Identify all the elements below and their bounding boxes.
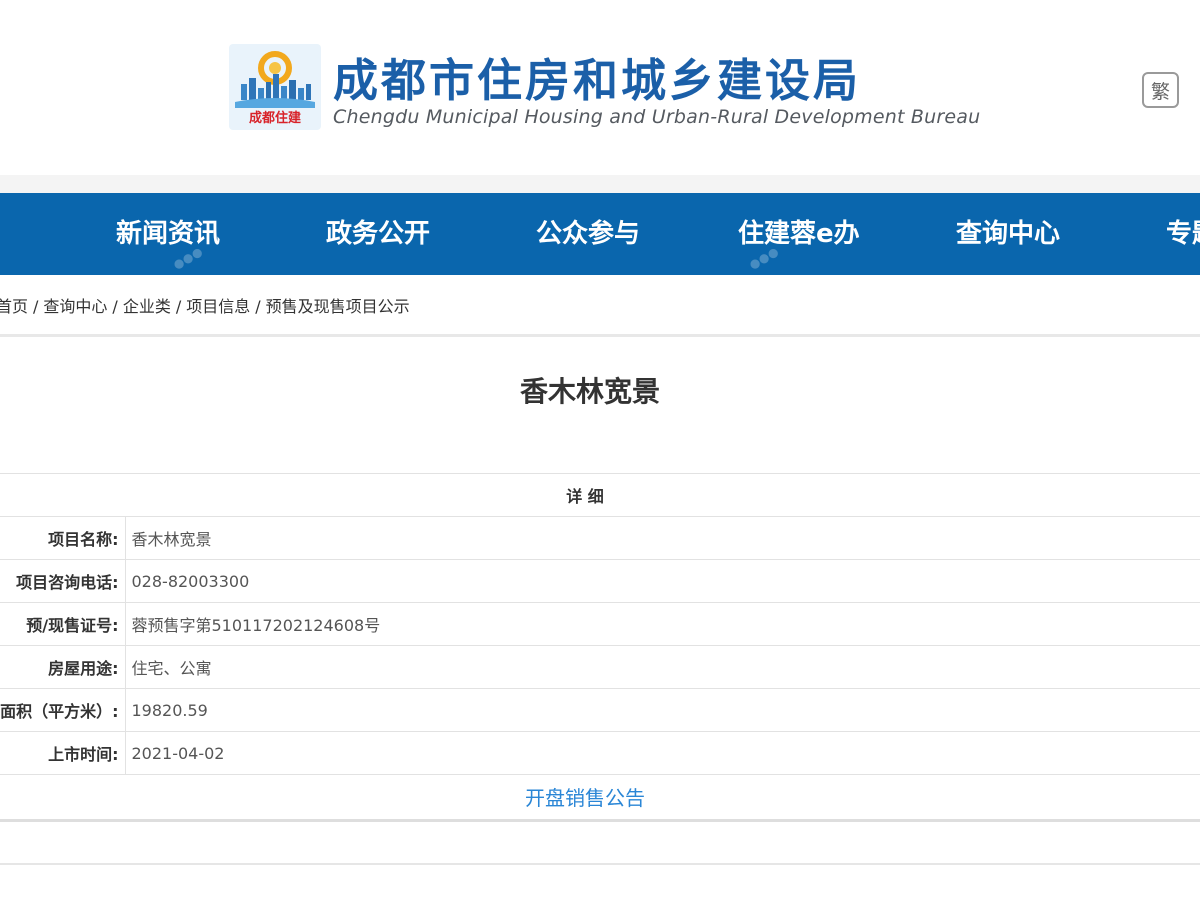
bureau-logo[interactable]: 成都住建 (229, 44, 321, 130)
row-value: 蓉预售字第510117202124608号 (125, 602, 1200, 646)
breadcrumb-home-link[interactable]: 首页 (0, 297, 28, 316)
breadcrumb-query-center-link[interactable]: 查询中心 (43, 297, 107, 316)
breadcrumb-separator: / (175, 297, 182, 316)
breadcrumb: 首页 / 查询中心 / 企业类 / 项目信息 / 预售及现售项目公示 (0, 293, 410, 317)
nav-item-public-participation[interactable]: 公众参与 (536, 193, 640, 275)
breadcrumb-divider (0, 334, 1200, 337)
link-cell: 开盘销售公告 (0, 774, 1200, 818)
breadcrumb-current-page: 预售及现售项目公示 (265, 297, 410, 316)
breadcrumb-separator: / (112, 297, 118, 316)
row-label: 预/现售证号: (0, 602, 126, 646)
row-label: 上市时间: (0, 731, 126, 775)
nav-item-special-topics[interactable]: 专题 (1166, 193, 1200, 275)
detail-heading: 详 细 (0, 473, 1200, 517)
footer-divider (0, 863, 1200, 865)
row-value: 2021-04-02 (125, 731, 1200, 775)
table-row: 房屋用途: 住宅、公寓 (0, 645, 1200, 689)
site-title: 成都市住房和城乡建设局 (333, 54, 862, 107)
header-gap (0, 175, 1200, 193)
breadcrumb-enterprise-link[interactable]: 企业类 (123, 297, 171, 316)
edge-mark: : (0, 86, 4, 96)
row-label: 项目咨询电话: (0, 559, 126, 603)
table-row: 面积（平方米）: 19820.59 (0, 688, 1200, 732)
site-header: : 成都住建 成都市住房和城乡建设局 Chengdu Municipal Hou… (0, 0, 1200, 175)
table-bottom-border (0, 819, 1200, 822)
table-row: 预/现售证号: 蓉预售字第510117202124608号 (0, 602, 1200, 646)
site-subtitle: Chengdu Municipal Housing and Urban-Rura… (333, 106, 981, 128)
nav-item-query-center[interactable]: 查询中心 (956, 193, 1060, 275)
table-row: 项目咨询电话: 028-82003300 (0, 559, 1200, 603)
nav-item-news[interactable]: 新闻资讯 (116, 193, 220, 275)
table-row: 项目名称: 香木林宽景 (0, 516, 1200, 560)
traditional-chinese-toggle-button[interactable]: 繁 (1142, 72, 1179, 108)
row-label: 项目名称: (0, 516, 126, 560)
row-value: 住宅、公寓 (125, 645, 1200, 689)
row-label: 面积（平方米）: (0, 688, 126, 732)
row-value: 香木林宽景 (125, 516, 1200, 560)
table-row: 上市时间: 2021-04-02 (0, 731, 1200, 775)
row-label: 房屋用途: (0, 645, 126, 689)
project-detail-table: 详 细 项目名称: 香木林宽景 项目咨询电话: 028-82003300 预/现… (0, 473, 1200, 818)
page-title: 香木林宽景 (519, 375, 660, 408)
sales-announcement-link[interactable]: 开盘销售公告 (525, 786, 645, 810)
breadcrumb-project-info-link[interactable]: 项目信息 (186, 297, 250, 316)
breadcrumb-separator: / (255, 297, 261, 316)
nav-item-gov-affairs[interactable]: 政务公开 (326, 193, 430, 275)
logo-text: 成都住建 (249, 110, 301, 126)
table-heading-row: 详 细 (0, 473, 1200, 517)
breadcrumb-separator: / (33, 297, 39, 316)
row-value: 19820.59 (125, 688, 1200, 732)
row-value: 028-82003300 (125, 559, 1200, 603)
main-nav: 新闻资讯 政务公开 公众参与 住建蓉e办 查询中心 专题 ●●● ●●● (0, 193, 1200, 275)
table-link-row: 开盘销售公告 (0, 774, 1200, 818)
